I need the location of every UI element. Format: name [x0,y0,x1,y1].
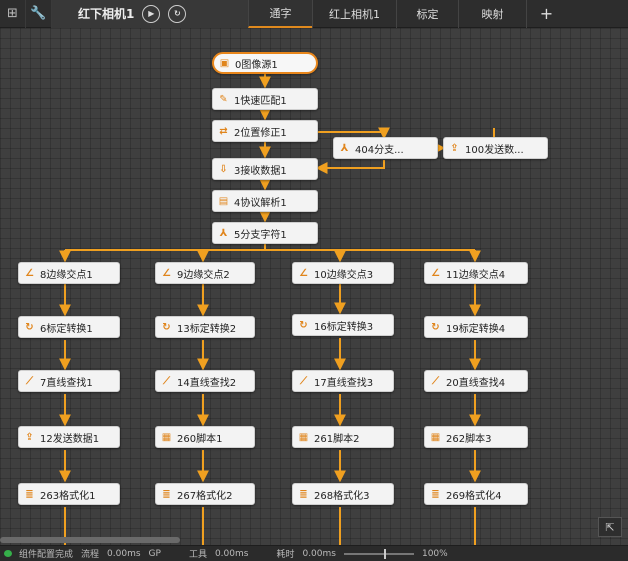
add-tab-button[interactable]: + [526,0,566,28]
flow-node-format-1[interactable]: ≣ 263格式化1 [18,483,120,505]
status-total-label: 耗时 [276,550,295,560]
flow-node-fast-match[interactable]: ✎ 1快速匹配1 [212,88,318,110]
node-label: 2位置修正1 [234,127,287,139]
zoom-slider-thumb[interactable] [383,548,386,559]
flow-node-line-find-2[interactable]: ⟋ 14直线查找2 [155,370,255,392]
node-label: 0图像源1 [235,59,278,71]
edge-icon: ∠ [431,267,440,279]
script-icon: ▦ [161,431,172,443]
flow-node-branch-404[interactable]: ⅄ 404分支... [333,137,438,159]
flow-node-image-source[interactable]: ▣ 0图像源1 [212,52,318,74]
match-icon: ✎ [219,93,228,105]
flow-node-script-2[interactable]: ▦ 261脚本2 [292,426,394,448]
flow-node-line-find-4[interactable]: ⟋ 20直线查找4 [424,370,528,392]
node-label: 5分支字符1 [234,229,287,241]
flow-node-send-data-1[interactable]: ⇪ 12发送数据1 [18,426,120,448]
flow-node-position-fix[interactable]: ⇄ 2位置修正1 [212,120,318,142]
branch-icon: ⅄ [340,142,349,154]
image-source-icon: ▣ [219,57,230,69]
top-toolbar: ⊞ 🔧 红下相机1 ▶ ↻ 通字 红上相机1 标定 映射 + [0,0,628,28]
edge-icon: ∠ [25,267,34,279]
status-flow-time: 0.00ms [107,548,141,559]
status-total-time: 0.00ms [302,548,336,559]
flow-node-branch-char[interactable]: ⅄ 5分支字符1 [212,222,318,244]
status-gp: GP [148,548,161,559]
node-label: 3接收数据1 [234,165,287,177]
script-icon: ▦ [430,431,441,443]
flow-node-edge-intersect-1[interactable]: ∠ 8边缘交点1 [18,262,120,284]
flow-node-format-3[interactable]: ≣ 268格式化3 [292,483,394,505]
edge-icon: ∠ [162,267,171,279]
flow-node-script-1[interactable]: ▦ 260脚本1 [155,426,255,448]
flow-node-calib-convert-2[interactable]: ↻ 13标定转换2 [155,316,255,338]
calibration-icon: ↻ [25,321,34,333]
tab-item-2[interactable]: 标定 [396,0,458,28]
flow-node-format-2[interactable]: ≣ 267格式化2 [155,483,255,505]
node-label: 404分支... [355,144,404,156]
tab-item-3[interactable]: 映射 [458,0,526,28]
format-icon: ≣ [431,488,440,500]
calibration-icon: ↻ [162,321,171,333]
flow-node-send-100[interactable]: ⇪ 100发送数... [443,137,548,159]
tab-active-process[interactable]: 红下相机1 ▶ ↻ [52,0,248,28]
tab-item-1[interactable]: 红上相机1 [312,0,396,28]
status-ok-icon [4,550,12,557]
status-tool-time: 0.00ms [214,548,249,559]
flow-node-edge-intersect-4[interactable]: ∠ 11边缘交点4 [424,262,528,284]
tab-active-label: 红下相机1 [78,7,135,21]
line-find-icon: ⟋ [300,375,307,387]
branch-icon: ⅄ [219,227,228,239]
play-circle-icon[interactable]: ▶ [142,4,161,23]
flow-node-edge-intersect-3[interactable]: ∠ 10边缘交点3 [292,262,394,284]
line-find-icon: ⟋ [432,375,439,387]
calibration-icon: ↻ [431,321,440,333]
script-icon: ▦ [298,431,309,443]
flow-node-format-4[interactable]: ≣ 269格式化4 [424,483,528,505]
format-icon: ≣ [299,488,308,500]
line-find-icon: ⟋ [26,375,33,387]
wrench-icon[interactable]: 🔧 [26,0,52,28]
node-label: 100发送数... [465,144,524,156]
flow-node-calib-convert-3[interactable]: ↻ 16标定转换3 [292,314,394,336]
node-label: 4协议解析1 [234,197,287,209]
position-fix-icon: ⇄ [219,125,228,137]
status-bar: 组件配置完成 流程 0.00ms GP 工具 0.00ms 耗时 0.00ms … [0,545,628,561]
format-icon: ≣ [25,488,34,500]
calibration-icon: ↻ [299,319,308,331]
fit-view-icon[interactable]: ⇱ [598,517,622,537]
zoom-slider[interactable] [343,548,414,559]
protocol-icon: ▤ [218,195,229,207]
flow-node-script-3[interactable]: ▦ 262脚本3 [424,426,528,448]
node-label: 1快速匹配1 [234,95,287,107]
status-flow-label: 流程 [81,550,100,560]
flow-node-calib-convert-1[interactable]: ↻ 6标定转换1 [18,316,120,338]
loop-play-icon[interactable]: ↻ [168,4,187,23]
send-data-icon: ⇪ [450,142,459,154]
status-tool-label: 工具 [188,550,207,560]
flow-node-protocol-parse[interactable]: ▤ 4协议解析1 [212,190,318,212]
send-data-icon: ⇪ [25,431,34,443]
zoom-level: 100% [421,548,448,559]
edge-icon: ∠ [299,267,308,279]
flow-node-calib-convert-4[interactable]: ↻ 19标定转换4 [424,316,528,338]
horizontal-scrollbar[interactable] [0,537,180,543]
status-config-label: 组件配置完成 [19,550,74,560]
format-icon: ≣ [162,488,171,500]
flow-node-line-find-3[interactable]: ⟋ 17直线查找3 [292,370,394,392]
grid-icon[interactable]: ⊞ [0,0,26,28]
flow-node-edge-intersect-2[interactable]: ∠ 9边缘交点2 [155,262,255,284]
flow-node-receive-data[interactable]: ⇩ 3接收数据1 [212,158,318,180]
tab-item-0[interactable]: 通字 [248,0,312,28]
line-find-icon: ⟋ [163,375,170,387]
receive-data-icon: ⇩ [219,163,228,175]
flow-node-line-find-1[interactable]: ⟋ 7直线查找1 [18,370,120,392]
